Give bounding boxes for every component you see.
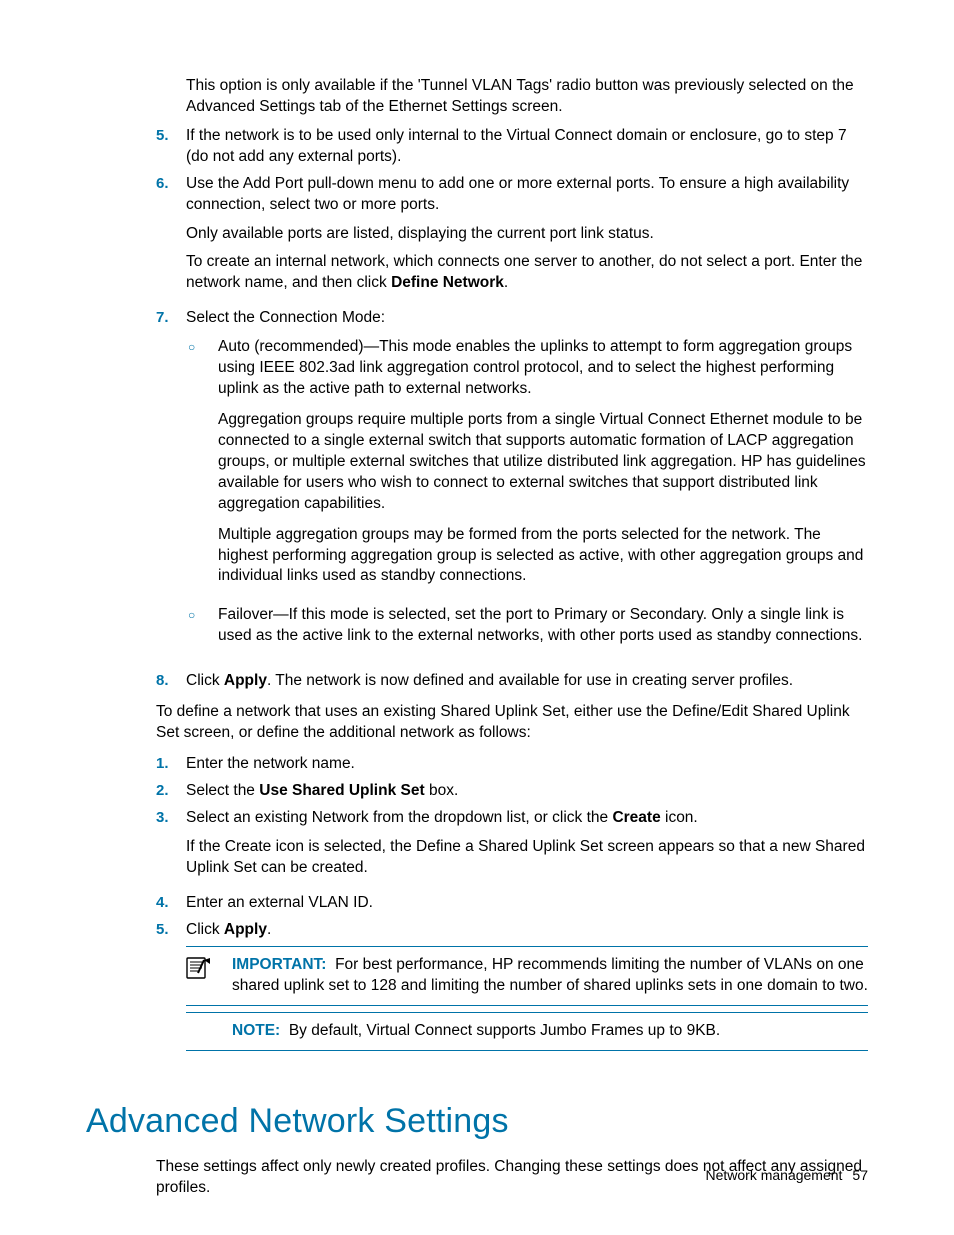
important-icon bbox=[186, 955, 232, 997]
step-body: Use the Add Port pull-down menu to add o… bbox=[186, 174, 868, 303]
callout-body: IMPORTANT: For best performance, HP reco… bbox=[232, 955, 868, 997]
text: Click bbox=[186, 672, 224, 689]
step-body: Click Apply. The network is now defined … bbox=[186, 671, 868, 692]
sub-body: Auto (recommended)—This mode enables the… bbox=[218, 337, 868, 597]
sub-bullet-auto: ○ Auto (recommended)—This mode enables t… bbox=[186, 337, 868, 597]
bold-text: Create bbox=[612, 809, 660, 826]
step2-1: 1. Enter the network name. bbox=[156, 754, 868, 775]
page-footer: Network management 57 bbox=[705, 1166, 868, 1185]
step2-4: 4. Enter an external VLAN ID. bbox=[156, 893, 868, 914]
step-number: 6. bbox=[156, 174, 186, 303]
section-heading: Advanced Network Settings bbox=[86, 1099, 868, 1145]
text: icon. bbox=[661, 809, 698, 826]
bullet-icon: ○ bbox=[186, 337, 218, 597]
step2-3: 3. Select an existing Network from the d… bbox=[156, 808, 868, 887]
paragraph: Use the Add Port pull-down menu to add o… bbox=[186, 174, 868, 216]
sub-body: Failover—If this mode is selected, set t… bbox=[218, 605, 868, 657]
step-number: 2. bbox=[156, 781, 186, 802]
bold-text: Use Shared Uplink Set bbox=[259, 782, 424, 799]
step-8: 8. Click Apply. The network is now defin… bbox=[156, 671, 868, 692]
bullet-icon: ○ bbox=[186, 605, 218, 657]
step-7: 7. Select the Connection Mode: ○ Auto (r… bbox=[156, 308, 868, 665]
callout-body: NOTE: By default, Virtual Connect suppor… bbox=[232, 1021, 868, 1042]
intro-paragraph: This option is only available if the 'Tu… bbox=[186, 76, 868, 118]
bold-text: Define Network bbox=[391, 274, 504, 291]
bold-text: Apply bbox=[224, 672, 267, 689]
text: Select an existing Network from the drop… bbox=[186, 809, 612, 826]
sub-bullet-failover: ○ Failover—If this mode is selected, set… bbox=[186, 605, 868, 657]
step-body: Enter the network name. bbox=[186, 754, 868, 775]
bold-text: Apply bbox=[224, 921, 267, 938]
step-body: Enter an external VLAN ID. bbox=[186, 893, 868, 914]
step-body: Select an existing Network from the drop… bbox=[186, 808, 868, 887]
callout-text: By default, Virtual Connect supports Jum… bbox=[289, 1022, 720, 1039]
step2-5: 5. Click Apply. bbox=[156, 920, 868, 941]
step-number: 4. bbox=[156, 893, 186, 914]
paragraph: If the Create icon is selected, the Defi… bbox=[186, 837, 868, 879]
text: Select the bbox=[186, 782, 259, 799]
paragraph: Select an existing Network from the drop… bbox=[186, 808, 868, 829]
step-number: 3. bbox=[156, 808, 186, 887]
step2-2: 2. Select the Use Shared Uplink Set box. bbox=[156, 781, 868, 802]
callout-label: NOTE: bbox=[232, 1022, 280, 1039]
step-number: 5. bbox=[156, 920, 186, 941]
page-number: 57 bbox=[852, 1167, 868, 1183]
note-callout: NOTE: By default, Virtual Connect suppor… bbox=[186, 1012, 868, 1051]
content-area: This option is only available if the 'Tu… bbox=[86, 76, 868, 1199]
text: box. bbox=[425, 782, 459, 799]
footer-label: Network management bbox=[705, 1167, 842, 1183]
paragraph: Multiple aggregation groups may be forme… bbox=[218, 525, 868, 588]
document-page: This option is only available if the 'Tu… bbox=[0, 0, 954, 1235]
step-number: 5. bbox=[156, 126, 186, 168]
step-body: If the network is to be used only intern… bbox=[186, 126, 868, 168]
step-5: 5. If the network is to be used only int… bbox=[156, 126, 868, 168]
text: . bbox=[267, 921, 271, 938]
important-callout: IMPORTANT: For best performance, HP reco… bbox=[186, 946, 868, 1006]
paragraph: Only available ports are listed, display… bbox=[186, 224, 868, 245]
step-number: 7. bbox=[156, 308, 186, 665]
step-number: 8. bbox=[156, 671, 186, 692]
callout-label: IMPORTANT: bbox=[232, 956, 326, 973]
step-body: Select the Use Shared Uplink Set box. bbox=[186, 781, 868, 802]
step-body: Click Apply. bbox=[186, 920, 868, 941]
step-number: 1. bbox=[156, 754, 186, 775]
step-body: Select the Connection Mode: ○ Auto (reco… bbox=[186, 308, 868, 665]
text: . The network is now defined and availab… bbox=[267, 672, 793, 689]
mid-paragraph: To define a network that uses an existin… bbox=[156, 702, 868, 744]
paragraph: Select the Connection Mode: bbox=[186, 308, 868, 329]
callout-text: For best performance, HP recommends limi… bbox=[232, 956, 868, 994]
step-6: 6. Use the Add Port pull-down menu to ad… bbox=[156, 174, 868, 303]
text: . bbox=[504, 274, 508, 291]
paragraph: Aggregation groups require multiple port… bbox=[218, 410, 868, 515]
paragraph: Failover—If this mode is selected, set t… bbox=[218, 605, 868, 647]
paragraph: To create an internal network, which con… bbox=[186, 252, 868, 294]
text: Click bbox=[186, 921, 224, 938]
paragraph: Auto (recommended)—This mode enables the… bbox=[218, 337, 868, 400]
text: To create an internal network, which con… bbox=[186, 253, 862, 291]
